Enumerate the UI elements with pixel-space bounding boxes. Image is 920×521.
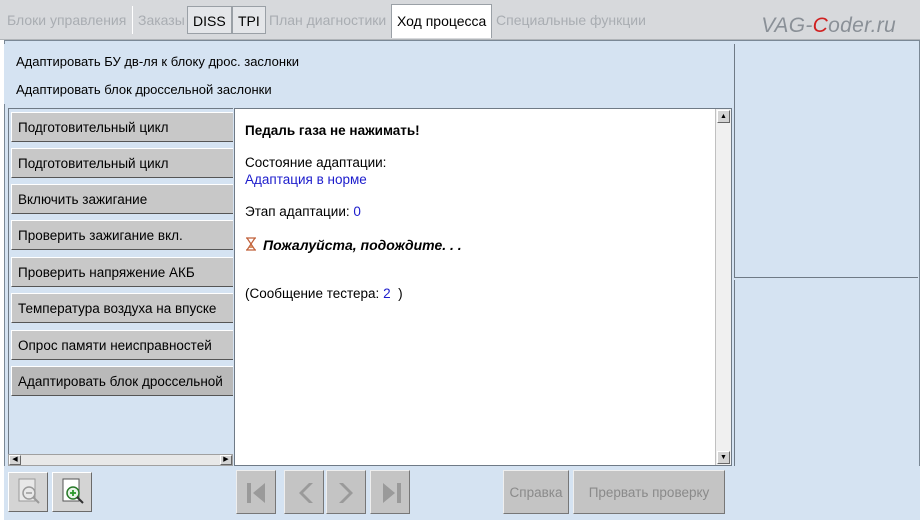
first-step-button[interactable] xyxy=(236,470,276,514)
procedure-subtitle: Адаптировать блок дроссельной заслонки xyxy=(16,82,272,97)
tab-control-units[interactable]: Блоки управления xyxy=(2,6,131,34)
step-item[interactable]: Температура воздуха на впуске xyxy=(11,293,233,323)
process-output: Педаль газа не нажимать! Состояние адапт… xyxy=(234,108,732,466)
adaptation-stage-value: 0 xyxy=(353,204,361,219)
adaptation-stage: Этап адаптации: 0 xyxy=(245,204,361,219)
output-vscrollbar[interactable]: ▲ ▼ xyxy=(715,109,731,465)
next-step-button[interactable] xyxy=(326,470,366,514)
adaptation-state-value: Адаптация в норме xyxy=(245,172,367,187)
info-pane-top xyxy=(734,44,918,278)
tab-process[interactable]: Ход процесса xyxy=(391,4,493,38)
instruction-text: Педаль газа не нажимать! xyxy=(245,123,420,138)
bottom-toolbar xyxy=(4,466,920,520)
scroll-right-arrow-icon[interactable]: ▶ xyxy=(220,455,232,465)
procedure-header: Адаптировать БУ дв-ля к блоку дрос. засл… xyxy=(4,44,730,104)
tester-message-suffix: ) xyxy=(398,286,403,301)
step-item[interactable]: Подготовительный цикл xyxy=(11,112,233,142)
next-icon xyxy=(339,483,353,503)
scroll-down-arrow-icon[interactable]: ▼ xyxy=(717,451,730,464)
tab-orders[interactable]: Заказы xyxy=(133,6,190,34)
tester-message-code: 2 xyxy=(383,286,391,301)
help-button[interactable]: Справка xyxy=(503,470,569,514)
tab-diagnostic-plan[interactable]: План диагностики xyxy=(264,6,391,34)
step-item[interactable]: Включить зажигание xyxy=(11,184,233,214)
tester-message: (Сообщение тестера: 2 ) xyxy=(245,286,403,301)
last-icon xyxy=(383,483,401,503)
zoom-out-icon xyxy=(18,478,40,504)
zoom-out-button[interactable] xyxy=(8,472,48,512)
step-list: Подготовительный цикл Подготовительный ц… xyxy=(8,108,233,454)
zoom-in-icon xyxy=(62,478,84,504)
tab-bar: Блоки управления Заказы DISS TPI План ди… xyxy=(0,0,920,40)
tab-diss[interactable]: DISS xyxy=(187,6,232,34)
scroll-left-arrow-icon[interactable]: ◀ xyxy=(9,455,21,465)
tab-tpi[interactable]: TPI xyxy=(232,6,266,34)
hourglass-icon xyxy=(246,237,256,251)
step-item[interactable]: Проверить напряжение АКБ xyxy=(11,257,233,287)
info-pane-bottom xyxy=(734,280,918,466)
step-item-current[interactable]: Адаптировать блок дроссельной xyxy=(11,366,233,396)
vag-coder-logo: VAG-Coder.ru xyxy=(761,14,896,37)
step-item[interactable]: Проверить зажигание вкл. xyxy=(11,220,233,250)
wait-message: Пожалуйста, подождите. . . xyxy=(263,237,462,253)
step-list-hscrollbar[interactable]: ◀ ▶ xyxy=(8,454,233,466)
previous-icon xyxy=(299,483,313,503)
step-item[interactable]: Опрос памяти неисправностей xyxy=(11,330,233,360)
adaptation-stage-label: Этап адаптации: xyxy=(245,204,350,219)
step-item[interactable]: Подготовительный цикл xyxy=(11,148,233,178)
tester-message-prefix: (Сообщение тестера: xyxy=(245,286,380,301)
adaptation-state-label: Состояние адаптации: xyxy=(245,155,387,170)
procedure-title: Адаптировать БУ дв-ля к блоку дрос. засл… xyxy=(16,54,300,69)
previous-step-button[interactable] xyxy=(284,470,324,514)
abort-check-button[interactable]: Прервать проверку xyxy=(573,470,725,514)
first-icon xyxy=(247,483,265,503)
tab-special-functions[interactable]: Специальные функции xyxy=(491,6,651,34)
last-step-button[interactable] xyxy=(370,470,410,514)
zoom-in-button[interactable] xyxy=(52,472,92,512)
scroll-up-arrow-icon[interactable]: ▲ xyxy=(717,110,730,123)
